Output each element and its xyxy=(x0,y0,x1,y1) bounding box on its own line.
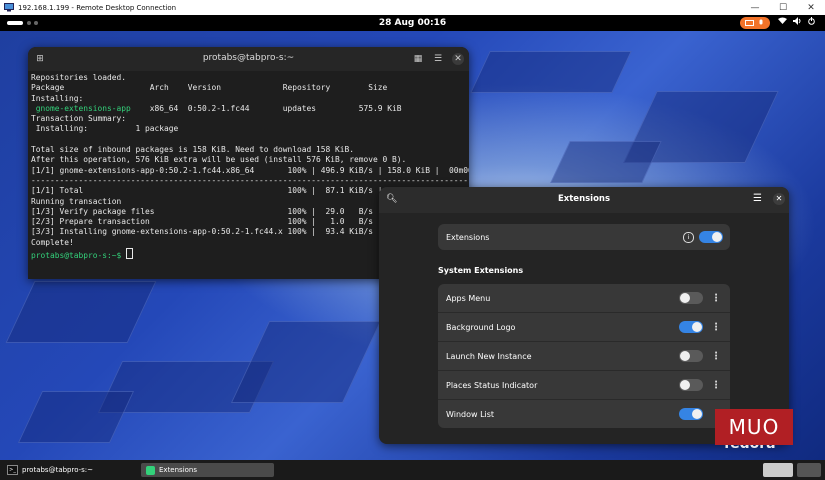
system-extensions-list: Apps Menu ⋮ Background Logo ⋮ Launch New… xyxy=(438,284,730,428)
terminal-icon: >_ xyxy=(7,465,18,475)
remote-desktop-icon xyxy=(4,3,14,12)
tab-overview-icon[interactable]: ▦ xyxy=(412,53,424,65)
shell-prompt: protabs@tabpro-s:~$ xyxy=(31,251,127,261)
system-extensions-heading: System Extensions xyxy=(438,266,524,275)
microphone-icon xyxy=(759,19,763,25)
window-list-bar: >_ protabs@tabpro-s:~ Extensions xyxy=(0,460,825,480)
kebab-menu-icon[interactable]: ⋮ xyxy=(711,380,721,391)
extensions-window[interactable]: 🔍︎ Extensions ☰ ✕ Extensions i System Ex… xyxy=(379,187,789,444)
wifi-icon xyxy=(778,17,787,24)
extensions-close-button[interactable]: ✕ xyxy=(773,193,785,205)
extension-toggle-places-status-indicator[interactable] xyxy=(679,379,703,391)
taskbar-item-label: Extensions xyxy=(159,466,198,474)
kebab-menu-icon[interactable]: ⋮ xyxy=(711,351,721,362)
kebab-menu-icon[interactable]: ⋮ xyxy=(711,293,721,304)
extension-toggle-background-logo[interactable] xyxy=(679,321,703,333)
text-cursor xyxy=(126,248,134,260)
terminal-title: protabs@tabpro-s:~ xyxy=(202,53,295,63)
volume-icon xyxy=(793,17,801,25)
rdp-titlebar: 192.168.1.199 - Remote Desktop Connectio… xyxy=(0,0,825,15)
taskbar-item-label: protabs@tabpro-s:~ xyxy=(22,466,94,474)
extension-toggle-apps-menu[interactable] xyxy=(679,292,703,304)
extensions-title: Extensions xyxy=(557,194,611,204)
extensions-master-label: Extensions xyxy=(446,232,490,242)
screen-share-indicator[interactable] xyxy=(740,17,770,29)
screen-share-icon xyxy=(745,19,754,26)
gnome-top-bar: 28 Aug 00:16 xyxy=(0,15,825,31)
rdp-window-title: 192.168.1.199 - Remote Desktop Connectio… xyxy=(18,3,177,12)
package-details: x86_64 0:50.2-1.fc44 updates 575.9 KiB xyxy=(130,103,402,113)
close-window-button[interactable]: ✕ xyxy=(797,3,825,13)
extension-row: Background Logo ⋮ xyxy=(438,313,730,342)
terminal-menu-icon[interactable]: ☰ xyxy=(432,53,444,65)
extensions-master-toggle[interactable] xyxy=(699,231,723,243)
workspace-switcher-2[interactable] xyxy=(797,463,821,477)
terminal-headerbar[interactable]: ⊞ protabs@tabpro-s:~ ▦ ☰ ✕ xyxy=(28,47,469,71)
clock[interactable]: 28 Aug 00:16 xyxy=(0,18,825,28)
maximize-button[interactable]: ☐ xyxy=(769,3,797,13)
terminal-text-block: Repositories loaded. Package Arch Versio… xyxy=(31,73,388,103)
extensions-master-row: Extensions i xyxy=(438,224,730,250)
terminal-close-button[interactable]: ✕ xyxy=(452,53,464,65)
extension-row: Apps Menu ⋮ xyxy=(438,284,730,313)
extension-row: Window List ⋮ xyxy=(438,400,730,428)
extensions-master-card: Extensions i xyxy=(438,224,730,250)
extension-toggle-window-list[interactable] xyxy=(679,408,703,420)
workspace-switcher-1[interactable] xyxy=(763,463,793,477)
kebab-menu-icon[interactable]: ⋮ xyxy=(711,322,721,333)
taskbar-item-extensions[interactable]: Extensions xyxy=(141,463,274,477)
taskbar-item-terminal[interactable]: >_ protabs@tabpro-s:~ xyxy=(2,463,132,477)
power-icon xyxy=(808,17,815,25)
extension-label: Places Status Indicator xyxy=(446,380,538,390)
extensions-headerbar[interactable]: 🔍︎ Extensions ☰ ✕ xyxy=(379,187,789,213)
muo-watermark: MUO xyxy=(715,409,793,445)
extension-label: Background Logo xyxy=(446,322,516,332)
info-icon[interactable]: i xyxy=(683,231,694,243)
extension-label: Launch New Instance xyxy=(446,351,532,361)
system-menu[interactable] xyxy=(778,17,815,25)
extension-label: Window List xyxy=(446,409,495,419)
package-name: gnome-extensions-app xyxy=(31,103,131,113)
hamburger-menu-icon[interactable]: ☰ xyxy=(753,193,762,204)
minimize-button[interactable]: — xyxy=(741,3,769,13)
extension-toggle-launch-new-instance[interactable] xyxy=(679,350,703,362)
extension-row: Places Status Indicator ⋮ xyxy=(438,371,730,400)
extension-label: Apps Menu xyxy=(446,293,491,303)
extension-row: Launch New Instance ⋮ xyxy=(438,342,730,371)
extensions-app-icon xyxy=(146,465,155,475)
